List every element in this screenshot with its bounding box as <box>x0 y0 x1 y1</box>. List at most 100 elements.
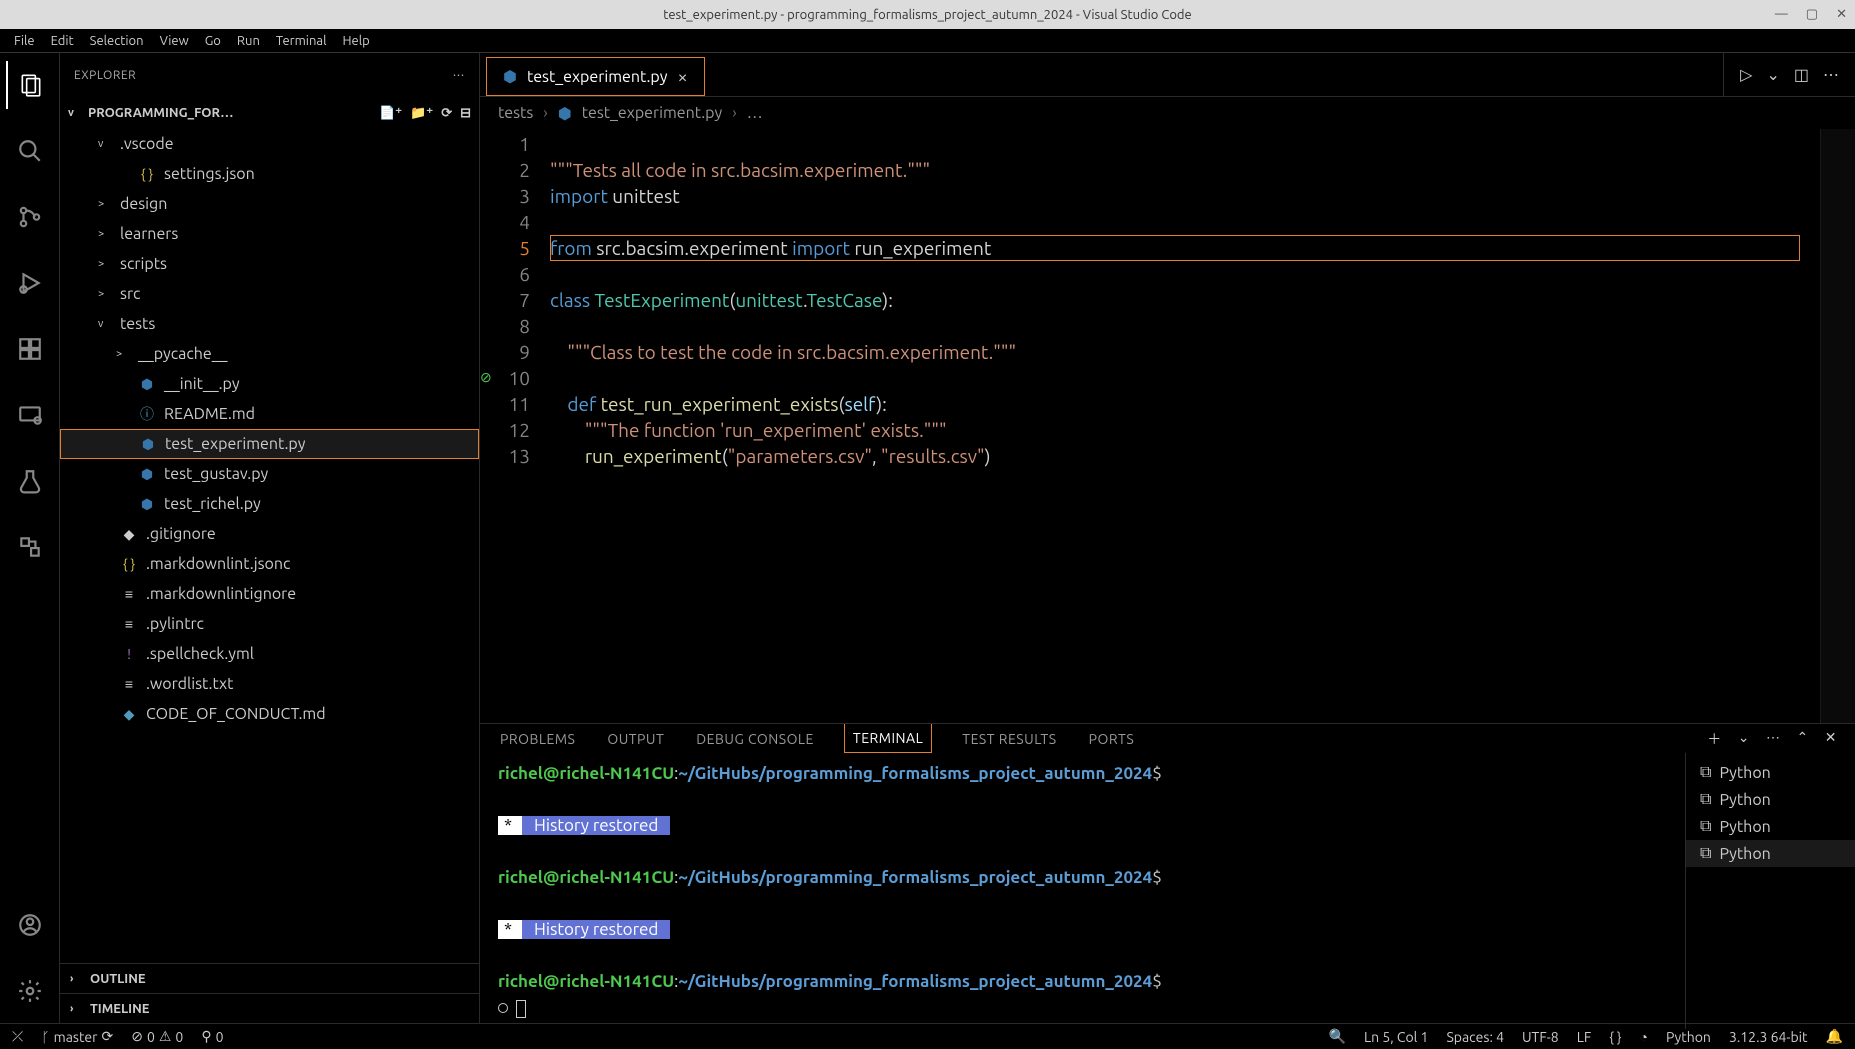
project-header[interactable]: v PROGRAMMING_FOR… 📄⁺ 📁⁺ ⟳ ⊟ <box>60 97 479 129</box>
close-tab-icon[interactable]: × <box>677 67 687 87</box>
panel-tab-debug-console[interactable]: DEBUG CONSOLE <box>694 725 816 753</box>
folder-row[interactable]: v.vscode <box>60 129 479 159</box>
errors-count[interactable]: ⊘ 0 ⚠ 0 <box>131 1028 183 1045</box>
file-tree[interactable]: v.vscode{ }settings.json>design>learners… <box>60 129 479 963</box>
folder-row[interactable]: > __pycache__ <box>60 339 479 369</box>
new-terminal-icon[interactable]: ＋ <box>1707 729 1722 749</box>
file-row[interactable]: ⬢test_gustav.py <box>60 459 479 489</box>
terminal-list-item[interactable]: ⧉Python <box>1686 759 1855 786</box>
terminal-list-item[interactable]: ⧉Python <box>1686 786 1855 813</box>
tab-test-experiment[interactable]: ⬢ test_experiment.py × <box>486 57 705 96</box>
panel-tab-test-results[interactable]: TEST RESULTS <box>960 725 1058 753</box>
sidebar-more-icon[interactable]: ⋯ <box>453 68 466 82</box>
file-row[interactable]: ⓘREADME.md <box>60 399 479 429</box>
new-folder-icon[interactable]: 📁⁺ <box>410 106 433 121</box>
panel-maximize-icon[interactable]: ⌃ <box>1797 729 1809 749</box>
folder-row[interactable]: >scripts <box>60 249 479 279</box>
file-type-icon: ◆ <box>120 526 138 543</box>
run-icon[interactable]: ▷ <box>1740 65 1752 84</box>
file-row[interactable]: ≡.wordlist.txt <box>60 669 479 699</box>
file-row[interactable]: ⬢test_richel.py <box>60 489 479 519</box>
file-row[interactable]: ⬢test_experiment.py <box>60 429 479 459</box>
folder-row[interactable]: vtests <box>60 309 479 339</box>
split-editor-icon[interactable]: ◫ <box>1794 65 1809 84</box>
extensions-icon[interactable] <box>6 325 54 373</box>
file-row[interactable]: ⬢__init__.py <box>60 369 479 399</box>
panel-tab-problems[interactable]: PROBLEMS <box>498 725 577 753</box>
file-row[interactable]: ◆CODE_OF_CONDUCT.md <box>60 699 479 729</box>
folder-row[interactable]: >design <box>60 189 479 219</box>
run-debug-icon[interactable] <box>6 259 54 307</box>
zoom-icon[interactable]: 🔍 <box>1329 1028 1346 1045</box>
settings-gear-icon[interactable] <box>6 967 54 1015</box>
folder-row[interactable]: >learners <box>60 219 479 249</box>
new-file-icon[interactable]: 📄⁺ <box>379 106 402 121</box>
outline-section[interactable]: › OUTLINE <box>60 963 479 993</box>
panel-tab-terminal[interactable]: TERMINAL <box>844 724 932 753</box>
run-dropdown-icon[interactable]: ⌄ <box>1766 65 1779 84</box>
file-label: .wordlist.txt <box>146 675 233 693</box>
menu-run[interactable]: Run <box>229 32 268 50</box>
panel-close-icon[interactable]: ✕ <box>1825 729 1837 749</box>
window-close-icon[interactable]: ✕ <box>1836 7 1847 22</box>
code-editor[interactable]: ⊘ 12345678910111213 """Tests all code in… <box>480 129 1855 723</box>
minimap[interactable] <box>1820 129 1855 723</box>
code-content[interactable]: """Tests all code in src.bacsim.experime… <box>550 129 1820 723</box>
file-label: .spellcheck.yml <box>146 645 254 663</box>
collapse-icon[interactable]: ⊟ <box>460 106 471 121</box>
remote-status-icon[interactable]: ⤫ <box>12 1028 23 1045</box>
timeline-section[interactable]: › TIMELINE <box>60 993 479 1023</box>
more-actions-icon[interactable]: ⋯ <box>1823 65 1839 84</box>
menu-selection[interactable]: Selection <box>82 32 152 50</box>
file-row[interactable]: ≡.markdownlintignore <box>60 579 479 609</box>
window-minimize-icon[interactable]: — <box>1775 7 1788 22</box>
terminal-output[interactable]: richel@richel-N141CU:~/GitHubs/programmi… <box>480 753 1685 1029</box>
explorer-icon[interactable] <box>6 61 54 109</box>
indent-status[interactable]: Spaces: 4 <box>1446 1029 1504 1045</box>
notifications-icon[interactable]: 🔔 <box>1826 1028 1843 1045</box>
bracket-status[interactable]: { } <box>1609 1029 1621 1045</box>
folder-row[interactable]: >src <box>60 279 479 309</box>
accounts-icon[interactable] <box>6 901 54 949</box>
remote-icon[interactable] <box>6 391 54 439</box>
terminal-icon: ⧉ <box>1700 763 1711 782</box>
breadcrumb-more[interactable]: … <box>747 104 763 122</box>
terminal-dropdown-icon[interactable]: ⌄ <box>1738 729 1750 749</box>
folder-label: __pycache__ <box>138 345 227 363</box>
search-icon[interactable] <box>6 127 54 175</box>
panel-more-icon[interactable]: ⋯ <box>1766 729 1781 749</box>
panel-tab-ports[interactable]: PORTS <box>1087 725 1137 753</box>
eol-status[interactable]: LF <box>1577 1029 1592 1045</box>
git-branch[interactable]: ᚴ master ⟳ <box>41 1028 113 1045</box>
menu-go[interactable]: Go <box>197 32 229 50</box>
terminal-list-item[interactable]: ⧉Python <box>1686 813 1855 840</box>
ports-count[interactable]: ⚲ 0 <box>201 1028 223 1045</box>
file-type-icon: ⬢ <box>139 436 157 453</box>
breadcrumb-file[interactable]: test_experiment.py <box>582 104 722 122</box>
file-row[interactable]: { }.markdownlint.jsonc <box>60 549 479 579</box>
python-version[interactable]: 3.12.3 64-bit <box>1729 1029 1808 1045</box>
terminal-list-item[interactable]: ⧉Python <box>1686 840 1855 867</box>
source-control-icon[interactable] <box>6 193 54 241</box>
file-row[interactable]: ≡.pylintrc <box>60 609 479 639</box>
encoding-status[interactable]: UTF-8 <box>1522 1029 1559 1045</box>
panel-tab-output[interactable]: OUTPUT <box>605 725 666 753</box>
references-icon[interactable] <box>6 523 54 571</box>
file-row[interactable]: { }settings.json <box>60 159 479 189</box>
menu-help[interactable]: Help <box>334 32 377 50</box>
language-status[interactable]: Python <box>1666 1029 1711 1045</box>
test-pass-icon[interactable]: ⊘ <box>480 369 492 386</box>
cursor-position[interactable]: Ln 5, Col 1 <box>1364 1029 1428 1045</box>
menu-edit[interactable]: Edit <box>43 32 82 50</box>
chevron-icon: > <box>116 348 130 360</box>
window-maximize-icon[interactable]: ▢ <box>1806 7 1818 22</box>
refresh-icon[interactable]: ⟳ <box>441 106 452 121</box>
testing-icon[interactable] <box>6 457 54 505</box>
file-row[interactable]: !.spellcheck.yml <box>60 639 479 669</box>
breadcrumb-tests[interactable]: tests <box>498 104 533 122</box>
breadcrumb[interactable]: tests › ⬢ test_experiment.py › … <box>480 97 1855 129</box>
menu-terminal[interactable]: Terminal <box>268 32 335 50</box>
menu-view[interactable]: View <box>152 32 197 50</box>
menu-file[interactable]: File <box>6 32 43 50</box>
file-row[interactable]: ◆.gitignore <box>60 519 479 549</box>
